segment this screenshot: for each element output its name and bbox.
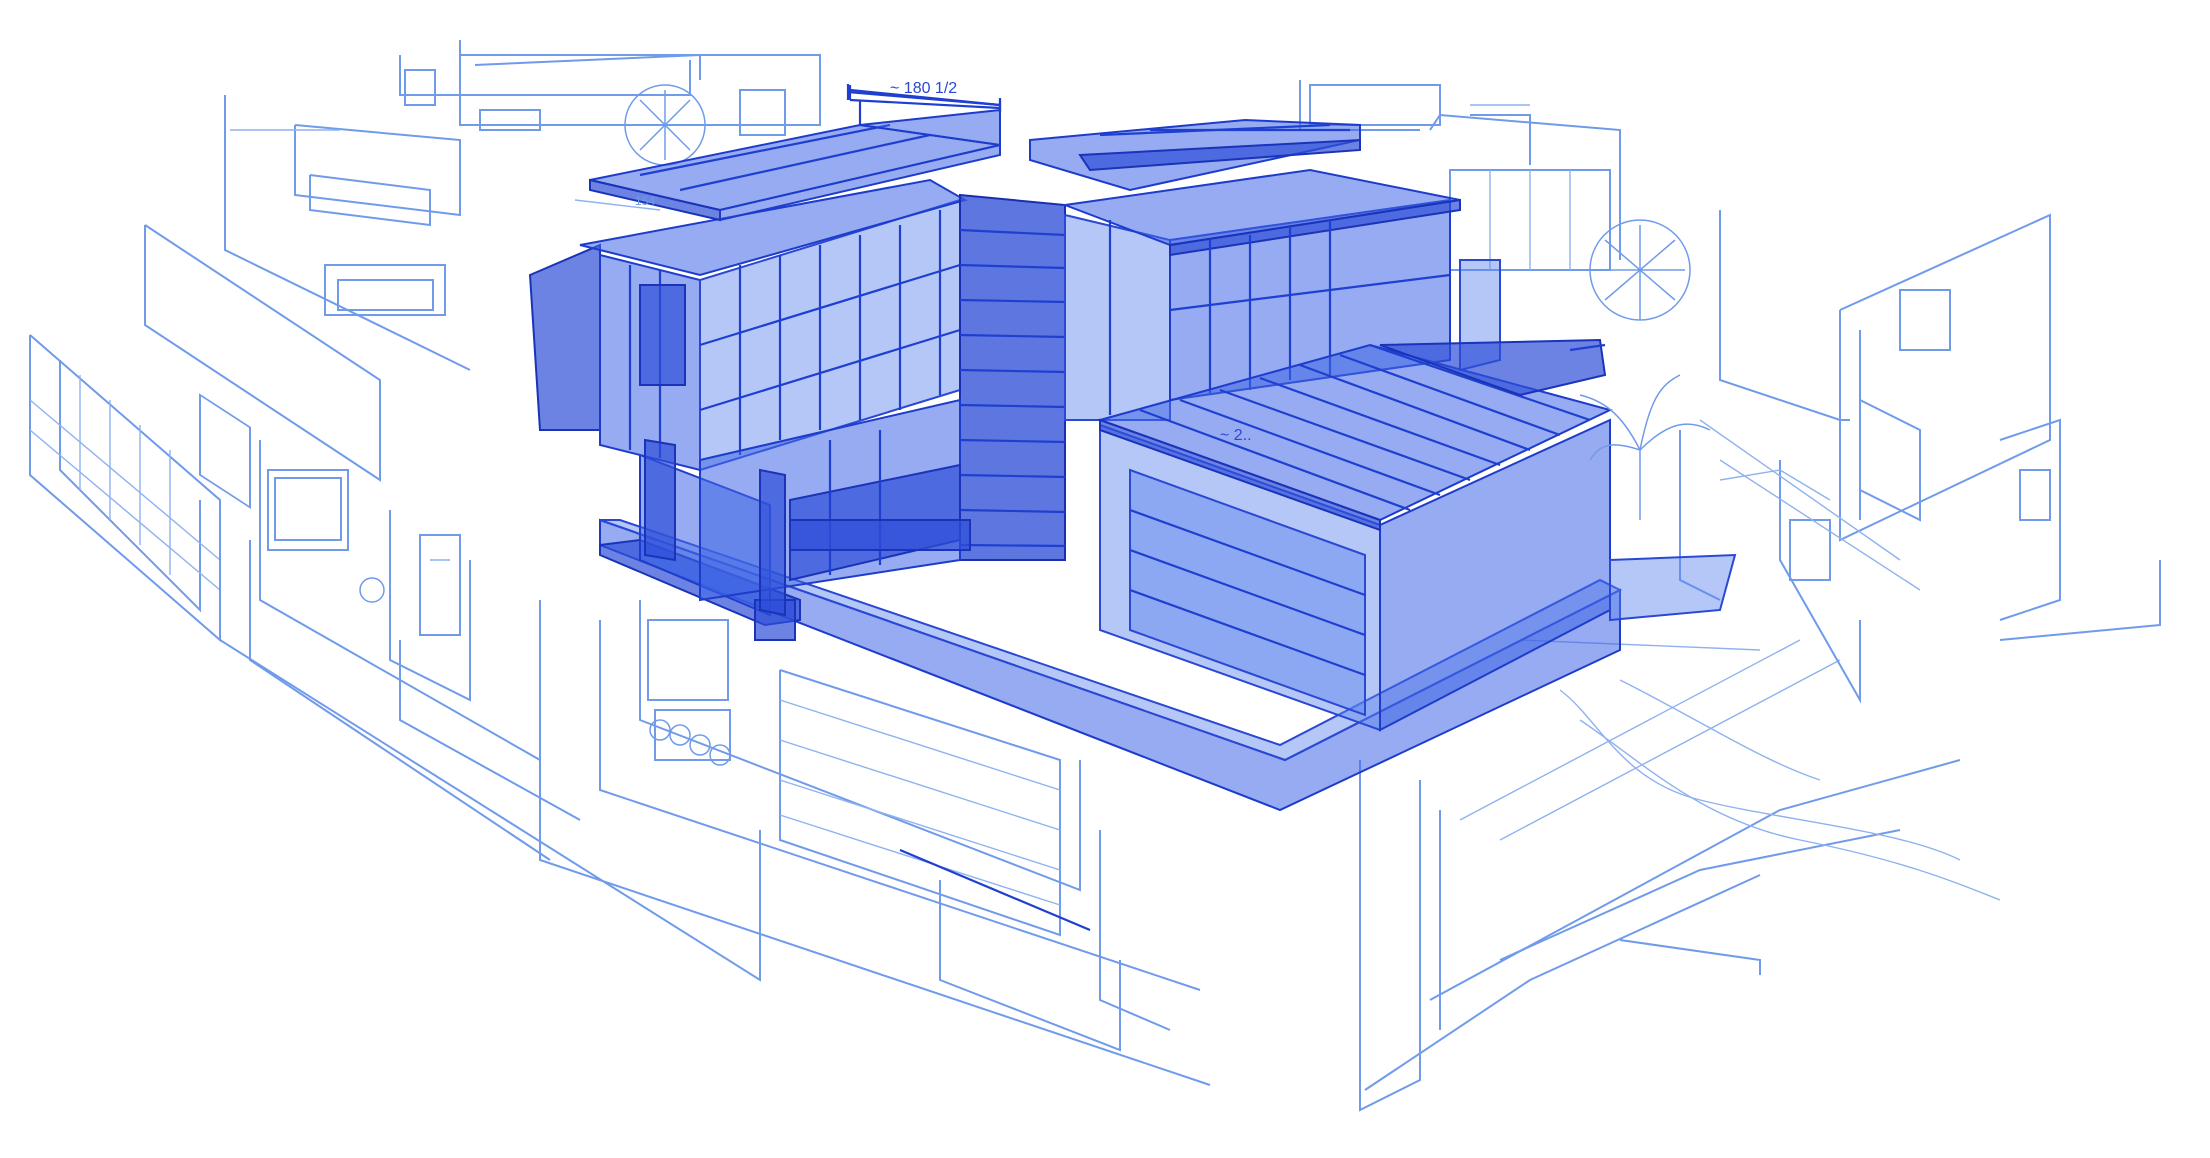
bottom-garage-elevation — [539, 600, 1211, 1086]
blueprint-scene: ~ 180 1/2 154' ~ 2.. — [29, 40, 2161, 1112]
shrubs — [649, 719, 731, 766]
dim-label-top-roof: ~ 180 1/2 — [890, 80, 957, 97]
left-mid-elevation — [259, 440, 581, 821]
right-glass-panel — [1609, 553, 1737, 622]
dim-label-garage-roof: ~ 2.. — [1220, 427, 1252, 444]
brick-chimney — [959, 193, 1066, 561]
house-3d-model — [528, 85, 1737, 812]
dim-label-left-wing: 154' — [635, 194, 657, 208]
